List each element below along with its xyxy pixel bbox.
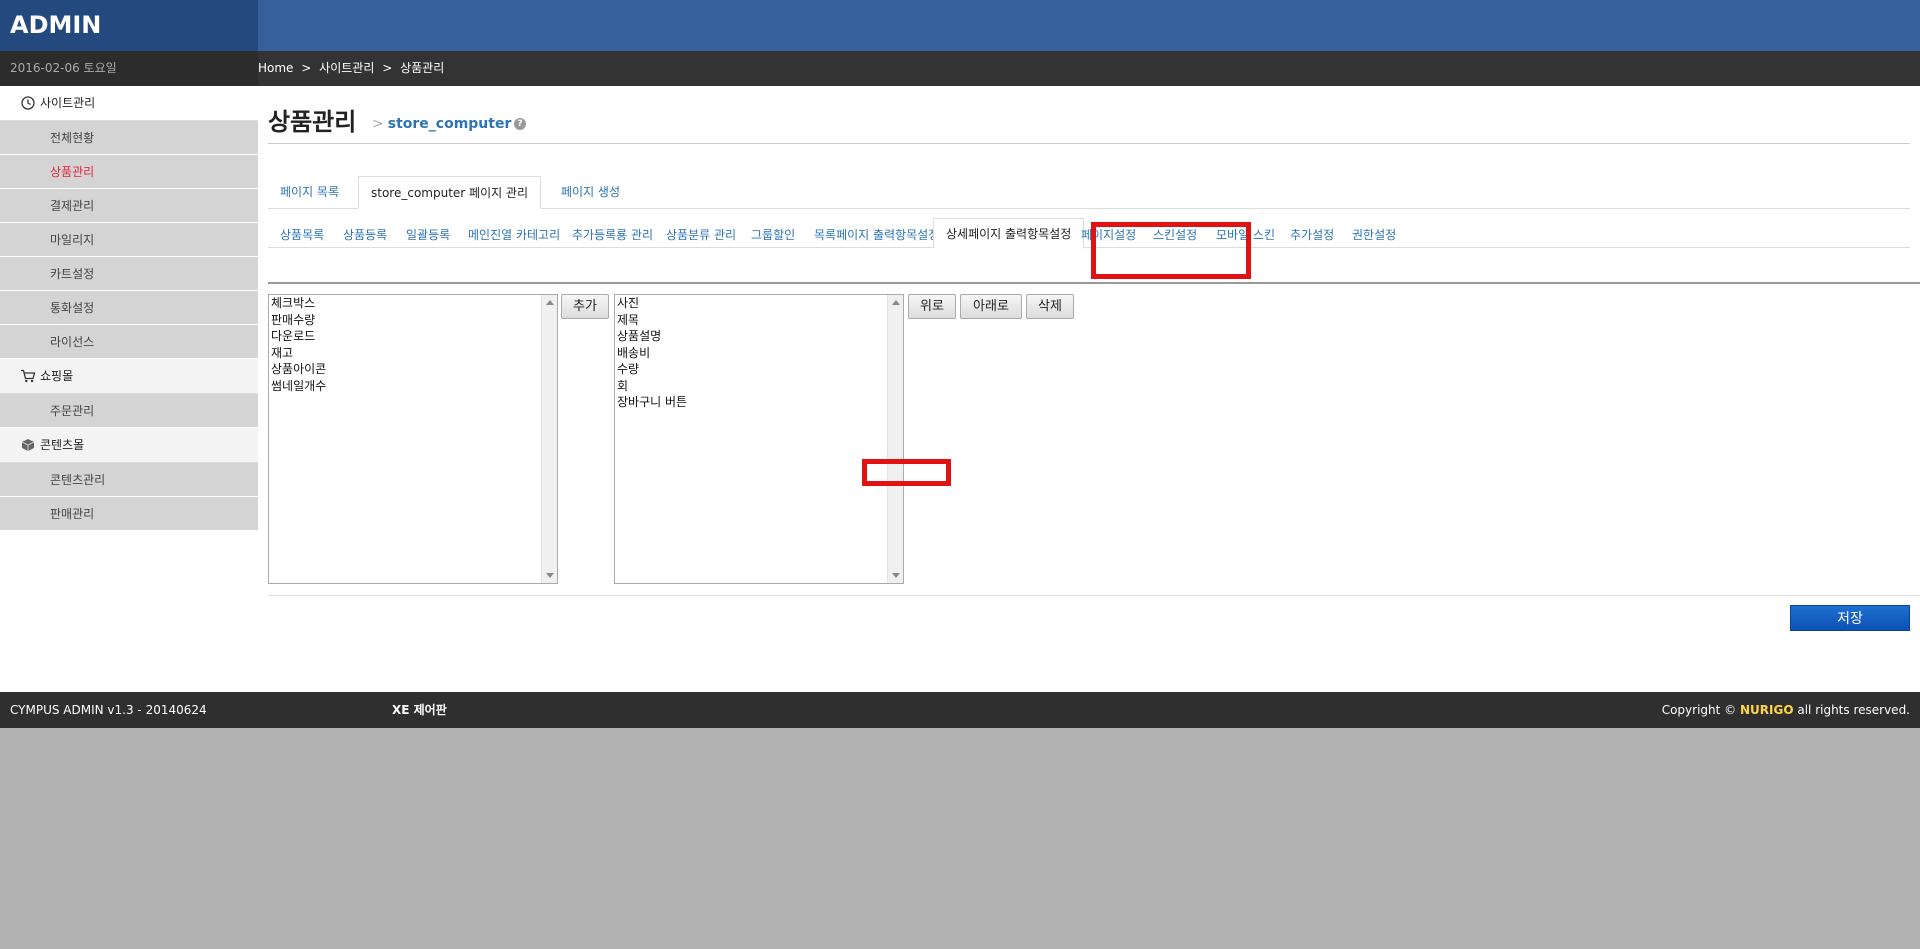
tab-product-register[interactable]: 상품등록: [331, 222, 399, 248]
current-date: 2016-02-06 토요일: [0, 51, 258, 86]
move-up-button[interactable]: 위로: [908, 294, 956, 319]
sidebar-group-shop[interactable]: 쇼핑몰: [0, 359, 258, 394]
clock-icon: [20, 95, 36, 111]
breadcrumb-separator: >: [301, 61, 312, 75]
tab-list-page-output[interactable]: 목록페이지 출력항목설정: [802, 222, 951, 248]
subtitle-text: store_computer: [387, 116, 512, 132]
help-icon[interactable]: ?: [514, 118, 526, 130]
list-item[interactable]: 다운로드: [269, 328, 557, 345]
sidebar: 사이트관리 전체현황 상품관리 결제관리 마일리지 카트설정 통화설정 라이선스…: [0, 86, 258, 692]
sidebar-item-mileage[interactable]: 마일리지: [0, 223, 258, 257]
tab-bulk-register[interactable]: 일괄등록: [394, 222, 462, 248]
copyright-pre: Copyright ©: [1661, 703, 1737, 717]
footer-divider: [268, 595, 1920, 596]
sidebar-item-currency[interactable]: 통화설정: [0, 291, 258, 325]
main-content: 상품관리 > store_computer ? 페이지 목록 store_comp…: [258, 86, 1920, 692]
list-item[interactable]: 배송비: [615, 345, 903, 362]
cart-icon: [20, 368, 36, 384]
sub-bar: 2016-02-06 토요일 Home > 사이트관리 > 상품관리: [0, 51, 1920, 86]
scroll-up-icon[interactable]: [892, 300, 900, 305]
list-item[interactable]: 체크박스: [269, 295, 557, 312]
tab-detail-page-output[interactable]: 상세페이지 출력항목설정: [933, 218, 1085, 249]
version-text: CYMPUS ADMIN v1.3 - 20140624: [10, 703, 207, 717]
tab-page-settings[interactable]: 페이지설정: [1069, 222, 1148, 248]
list-item[interactable]: 상품아이콘: [269, 361, 557, 378]
tab-main-display-category[interactable]: 메인진열 카테고리: [456, 222, 572, 248]
tab-skin-settings[interactable]: 스킨설정: [1141, 222, 1209, 248]
admin-logo[interactable]: ADMIN: [0, 0, 258, 51]
move-down-button[interactable]: 아래로: [960, 294, 1022, 319]
sidebar-item-contents[interactable]: 콘텐츠관리: [0, 463, 258, 497]
delete-button[interactable]: 삭제: [1026, 294, 1074, 319]
top-bar: ADMIN: [0, 0, 1920, 51]
sidebar-item-sales[interactable]: 판매관리: [0, 497, 258, 531]
list-item[interactable]: 회: [615, 378, 903, 395]
tab-extra-register-manage[interactable]: 추가등록룡 관리: [560, 222, 665, 248]
sidebar-item-products[interactable]: 상품관리: [0, 155, 258, 189]
xe-control-panel-link[interactable]: XE 제어판: [392, 692, 447, 728]
tab-page-create[interactable]: 페이지 생성: [549, 176, 632, 209]
tab-extra-settings[interactable]: 추가설정: [1278, 222, 1346, 248]
breadcrumb-site-manage[interactable]: 사이트관리: [319, 61, 374, 75]
list-item[interactable]: 제목: [615, 312, 903, 329]
sidebar-item-orders[interactable]: 주문관리: [0, 394, 258, 428]
page-title: 상품관리: [268, 108, 357, 136]
save-button[interactable]: 저장: [1790, 605, 1910, 631]
page-subtitle[interactable]: > store_computer: [372, 114, 511, 134]
sidebar-item-overview[interactable]: 전체현황: [0, 121, 258, 155]
sidebar-group-label: 콘텐츠몰: [40, 437, 85, 452]
tab-mobile-skin[interactable]: 모바일 스킨: [1204, 222, 1287, 248]
list-item[interactable]: 상품설명: [615, 328, 903, 345]
tab-permission-settings[interactable]: 권한설정: [1340, 222, 1408, 248]
page-tabs: 페이지 목록 store_computer 페이지 관리 페이지 생성: [268, 176, 1910, 209]
add-button[interactable]: 추가: [561, 294, 609, 319]
scrollbar[interactable]: [887, 295, 903, 583]
list-item[interactable]: 사진: [615, 295, 903, 312]
list-item[interactable]: 썸네일개수: [269, 378, 557, 395]
box-icon: [20, 437, 36, 453]
available-items-list[interactable]: 체크박스 판매수량 다운로드 재고 상품아이콘 썸네일개수: [268, 294, 558, 584]
brand-link[interactable]: NURIGO: [1740, 703, 1794, 717]
tab-page-list[interactable]: 페이지 목록: [268, 176, 351, 209]
copyright: Copyright © NURIGO all rights reserved.: [1662, 692, 1910, 728]
sidebar-group-label: 사이트관리: [40, 95, 96, 110]
scroll-down-icon[interactable]: [546, 573, 554, 578]
list-item[interactable]: 판매수량: [269, 312, 557, 329]
tab-category-manage[interactable]: 상품분류 관리: [654, 222, 748, 248]
footer: CYMPUS ADMIN v1.3 - 20140624 XE 제어판 Copy…: [0, 692, 1920, 728]
copyright-post: all rights reserved.: [1797, 703, 1910, 717]
breadcrumb-separator: >: [382, 61, 393, 75]
list-item[interactable]: 장바구니 버튼: [615, 394, 903, 411]
product-tabs: 상품목록 상품등록 일괄등록 메인진열 카테고리 추가등록룡 관리 상품분류 관…: [268, 218, 1910, 249]
subtitle-separator: >: [372, 116, 384, 132]
breadcrumb-product-manage[interactable]: 상품관리: [400, 61, 444, 75]
selected-items-list[interactable]: 사진 제목 상품설명 배송비 수량 회 장바구니 버튼: [614, 294, 904, 584]
page-header: 상품관리 > store_computer ?: [268, 106, 1910, 144]
sidebar-group-label: 쇼핑몰: [40, 368, 74, 383]
scrollbar[interactable]: [541, 295, 557, 583]
breadcrumb: Home > 사이트관리 > 상품관리: [258, 51, 448, 86]
list-item[interactable]: 수량: [615, 361, 903, 378]
sidebar-item-payment[interactable]: 결제관리: [0, 189, 258, 223]
sidebar-group-content[interactable]: 콘텐츠몰: [0, 428, 258, 463]
sidebar-group-site[interactable]: 사이트관리: [0, 86, 258, 121]
scroll-up-icon[interactable]: [546, 300, 554, 305]
sidebar-item-license[interactable]: 라이선스: [0, 325, 258, 359]
tab-group-discount[interactable]: 그룹할인: [739, 222, 807, 248]
breadcrumb-home[interactable]: Home: [258, 61, 293, 75]
section-divider: [268, 282, 1920, 284]
sidebar-item-cart-settings[interactable]: 카트설정: [0, 257, 258, 291]
tab-page-manage[interactable]: store_computer 페이지 관리: [358, 176, 542, 209]
tab-product-list[interactable]: 상품목록: [268, 222, 336, 248]
scroll-down-icon[interactable]: [892, 573, 900, 578]
list-item[interactable]: 재고: [269, 345, 557, 362]
